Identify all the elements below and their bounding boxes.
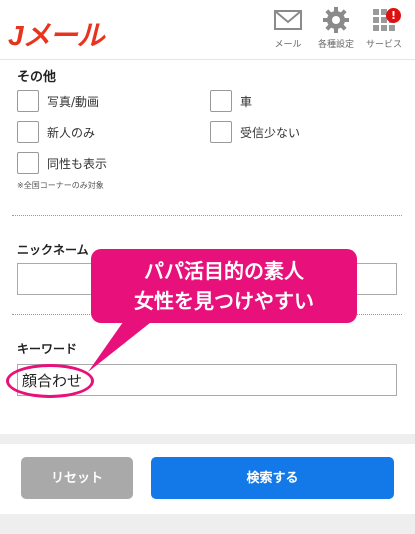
checkbox-label: 受信少ない: [240, 125, 301, 140]
section-title-other: その他: [17, 70, 57, 85]
notification-badge: !: [386, 8, 401, 23]
gear-icon: [312, 6, 360, 34]
nav-settings[interactable]: 各種設定: [312, 6, 360, 50]
checkbox-few-received[interactable]: 受信少ない: [210, 121, 300, 143]
nav-service-label: サービス: [365, 40, 402, 50]
nav-settings-label: 各種設定: [317, 40, 354, 50]
callout-line-1: パパ活目的の素人: [144, 259, 304, 283]
app-header: Jメール メール 各種設定 ! サービス: [0, 0, 415, 60]
separator-band: [0, 434, 415, 444]
nav-service[interactable]: ! サービス: [360, 6, 408, 50]
nav-mail-label: メール: [274, 40, 302, 50]
jmail-logo[interactable]: Jメール: [8, 14, 105, 54]
checkbox-label: 同性も表示: [47, 156, 108, 171]
checkbox[interactable]: [17, 121, 39, 143]
checkbox-label: 新人のみ: [47, 125, 96, 140]
search-button[interactable]: 検索する: [151, 457, 394, 499]
keyword-label: キーワード: [17, 342, 78, 356]
checkbox[interactable]: [17, 90, 39, 112]
checkbox[interactable]: [210, 121, 232, 143]
reset-button[interactable]: リセット: [21, 457, 133, 499]
nav-mail[interactable]: メール: [264, 6, 312, 50]
checkbox-show-same-sex[interactable]: 同性も表示: [17, 152, 107, 174]
divider: [12, 215, 402, 216]
checkbox-label: 車: [240, 94, 253, 109]
bottom-band: [0, 514, 415, 534]
checkbox-newcomer-only[interactable]: 新人のみ: [17, 121, 95, 143]
nickname-label: ニックネーム: [17, 243, 89, 257]
checkbox-car[interactable]: 車: [210, 90, 252, 112]
callout-line-2: 女性を見つけやすい: [134, 289, 314, 313]
region-note: ※全国コーナーのみ対象: [17, 181, 104, 190]
highlight-circle: [6, 364, 94, 398]
annotation-callout: パパ活目的の素人 女性を見つけやすい: [91, 249, 357, 323]
checkbox[interactable]: [17, 152, 39, 174]
checkbox-label: 写真/動画: [47, 94, 100, 109]
checkbox[interactable]: [210, 90, 232, 112]
mail-icon: [264, 6, 312, 34]
checkbox-photo-video[interactable]: 写真/動画: [17, 90, 99, 112]
grid-icon: [360, 6, 408, 34]
